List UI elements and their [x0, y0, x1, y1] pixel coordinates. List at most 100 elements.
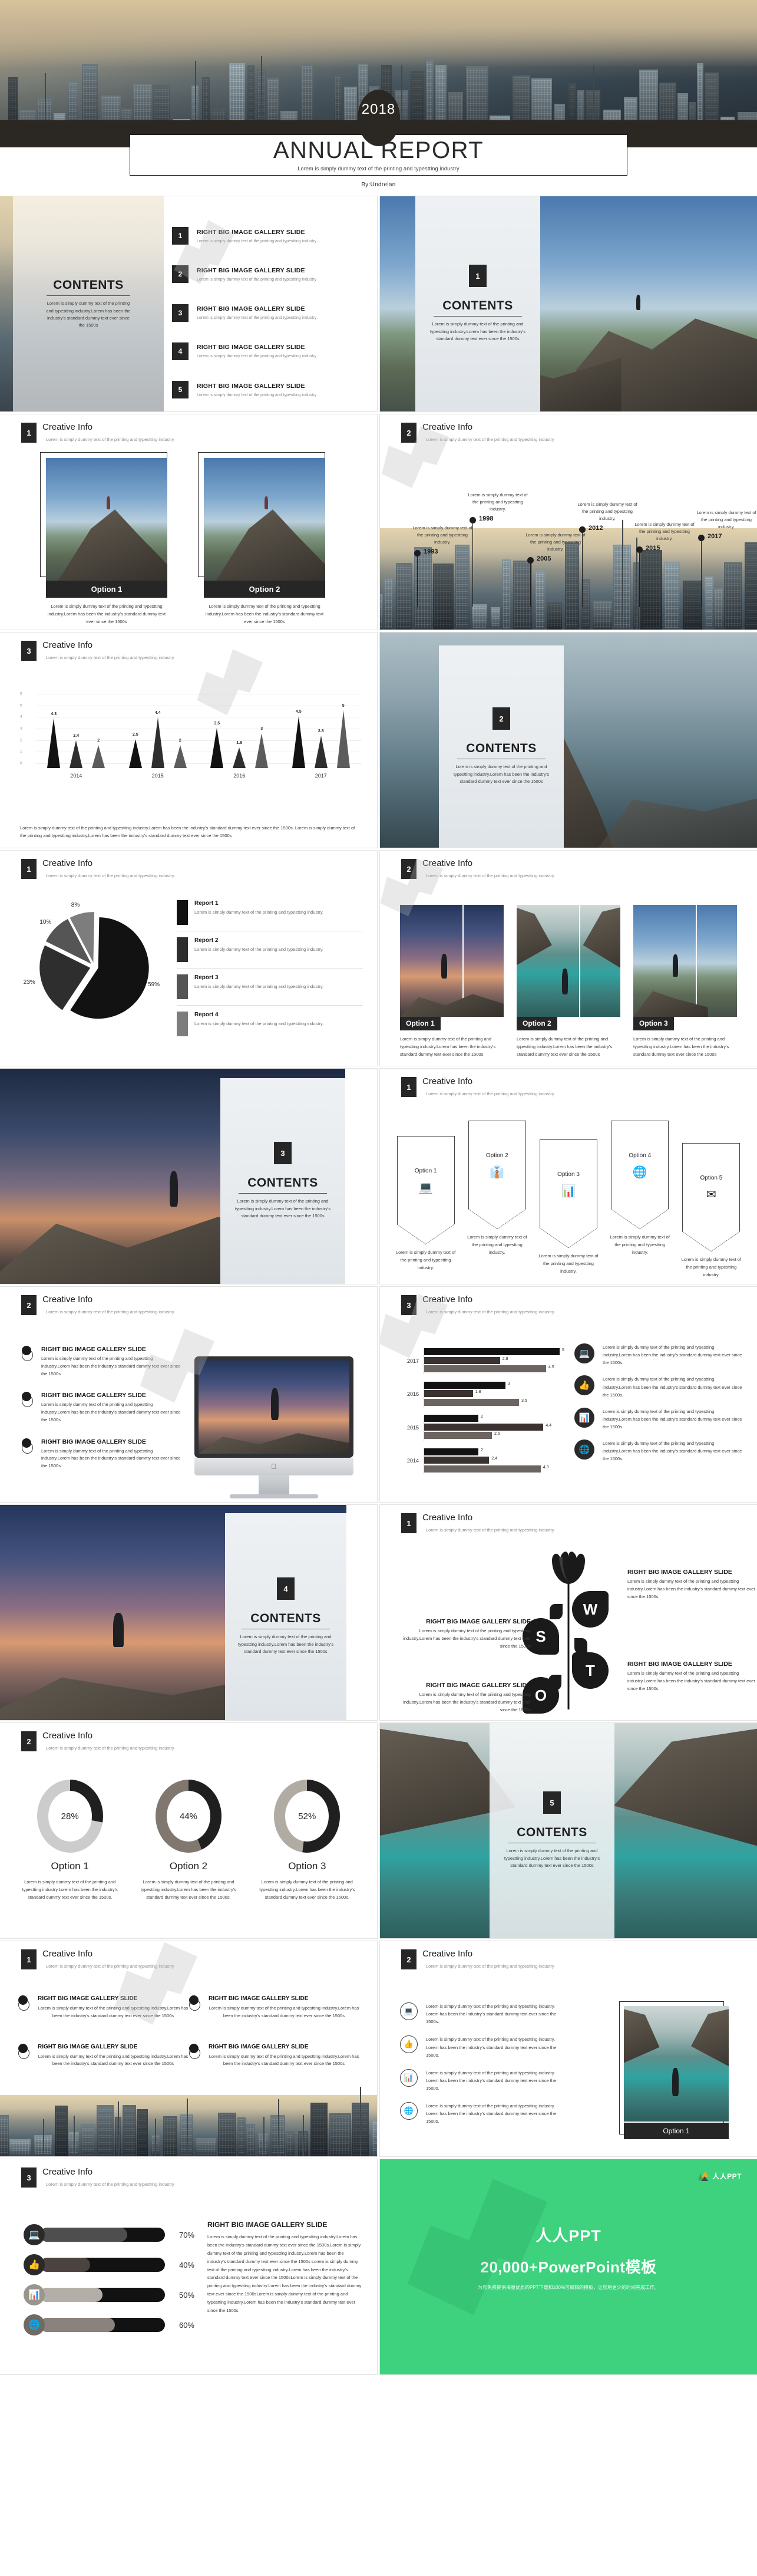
option-card[interactable]: Option 2 Lorem is simply dummy text of t…: [198, 452, 331, 625]
bar-value-label: 5: [562, 1348, 564, 1352]
list-item[interactable]: RIGHT BIG IMAGE GALLERY SLIDE Lorem is s…: [21, 1346, 181, 1378]
block-cell[interactable]: RIGHT BIG IMAGE GALLERY SLIDE Lorem is s…: [189, 2043, 359, 2068]
imac-chin: : [194, 1458, 353, 1475]
brand-logo: 人人PPT: [698, 2171, 742, 2181]
list-item[interactable]: 💻 Lorem is simply dummy text of the prin…: [574, 1343, 743, 1366]
list-item[interactable]: 🌐 Lorem is simply dummy text of the prin…: [400, 2102, 564, 2125]
laptop-icon: 💻: [418, 1181, 434, 1194]
bar: 2: [424, 1415, 483, 1422]
x-tick-label: 2016: [233, 773, 246, 779]
progress-row[interactable]: 👍 40%: [24, 2254, 194, 2275]
bullet-marker: [21, 1346, 34, 1361]
section-divider: 3 CONTENTS Lorem is simply dummy text of…: [0, 1069, 377, 1284]
slide-section-divider-3[interactable]: 3 CONTENTS Lorem is simply dummy text of…: [0, 1069, 377, 1284]
list-item[interactable]: 4 RIGHT BIG IMAGE GALLERY SLIDE Lorem is…: [172, 342, 368, 360]
jumping-silhouette: [113, 1612, 124, 1647]
slide-section-divider-4[interactable]: 4 CONTENTS Lorem is simply dummy text of…: [0, 1505, 377, 1720]
imac-bezel: [194, 1356, 353, 1458]
list-item[interactable]: 👍 Lorem is simply dummy text of the prin…: [400, 2035, 564, 2058]
item-desc: Lorem is simply dummy text of the printi…: [603, 1345, 742, 1366]
pentagon-shape: Option 5 ✉: [682, 1143, 741, 1251]
list-item[interactable]: 👍 Lorem is simply dummy text of the prin…: [574, 1375, 743, 1398]
slide-branding-footer[interactable]: 人人PPT 人人PPT 20,000+PowerPoint模板 为您免费提供海量…: [380, 2159, 757, 2374]
list-item[interactable]: 💻 Lorem is simply dummy text of the prin…: [400, 2002, 564, 2025]
donut-cell[interactable]: 44% Option 2 Lorem is simply dummy text …: [134, 1780, 243, 1901]
year-badge: 2018: [357, 90, 400, 146]
slide-section-divider-1[interactable]: 1 CONTENTS Lorem is simply dummy text of…: [380, 196, 757, 411]
slide-progress-bars[interactable]: 3 Creative Info Lorem is simply dummy te…: [0, 2159, 377, 2374]
slide-two-options[interactable]: 1 Creative Info Lorem is simply dummy te…: [0, 414, 377, 630]
list-item[interactable]: 🌐 Lorem is simply dummy text of the prin…: [574, 1439, 743, 1462]
photo-card[interactable]: Option 1: [619, 2001, 729, 2139]
list-item[interactable]: 📊 Lorem is simply dummy text of the prin…: [400, 2068, 564, 2092]
block-cell[interactable]: RIGHT BIG IMAGE GALLERY SLIDE Lorem is s…: [18, 1995, 189, 2020]
slide-donut-charts[interactable]: 2 Creative Info Lorem is simply dummy te…: [0, 1723, 377, 1938]
slide-pie-chart[interactable]: 1 Creative Info Lorem is simply dummy te…: [0, 851, 377, 1066]
list-item[interactable]: RIGHT BIG IMAGE GALLERY SLIDE Lorem is s…: [21, 1392, 181, 1424]
slide-swot[interactable]: 1 Creative Info Lorem is simply dummy te…: [380, 1505, 757, 1720]
timeline-node[interactable]: 1993 Lorem is simply dummy text of the p…: [412, 525, 472, 607]
list-item[interactable]: 5 RIGHT BIG IMAGE GALLERY SLIDE Lorem is…: [172, 381, 368, 398]
gallery-tag: Option 1: [400, 1016, 441, 1030]
timeline-node[interactable]: 1998 Lorem is simply dummy text of the p…: [468, 492, 528, 607]
option-card[interactable]: Option 1 Lorem is simply dummy text of t…: [40, 452, 173, 625]
slide-horizontal-bar-chart[interactable]: 3 Creative Info Lorem is simply dummy te…: [380, 1287, 757, 1502]
pentagon-label: Option 5: [700, 1174, 723, 1181]
slide-four-blocks[interactable]: 1 Creative Info Lorem is simply dummy te…: [0, 1941, 377, 2156]
gallery-column[interactable]: Option 3 Lorem is simply dummy text of t…: [633, 905, 737, 1058]
block-title: RIGHT BIG IMAGE GALLERY SLIDE: [627, 1569, 732, 1576]
divider-rule: [47, 295, 130, 297]
letter: O: [534, 1686, 547, 1704]
pentagon-shape: Option 1 💻: [396, 1136, 455, 1244]
block-cell[interactable]: RIGHT BIG IMAGE GALLERY SLIDE Lorem is s…: [189, 1995, 359, 2020]
pentagon-shape: Option 3 📊: [540, 1139, 597, 1248]
slide-timeline[interactable]: 2 Creative Info Lorem is simply dummy te…: [380, 414, 757, 630]
pentagon-label: Option 1: [414, 1167, 437, 1174]
slide-five-options[interactable]: 1 Creative Info Lorem is simply dummy te…: [380, 1069, 757, 1284]
block-cell[interactable]: RIGHT BIG IMAGE GALLERY SLIDE Lorem is s…: [18, 2043, 189, 2068]
timeline-node[interactable]: 2012 Lorem is simply dummy text of the p…: [577, 502, 637, 607]
timeline-node[interactable]: 2017 Lorem is simply dummy text of the p…: [696, 510, 756, 607]
donut-ring: 28%: [37, 1780, 103, 1853]
slide-row: 2 Creative Info Lorem is simply dummy te…: [0, 1287, 757, 1505]
divider-body: Lorem is simply dummy text of the printi…: [504, 1848, 600, 1869]
progress-row[interactable]: 💻 70%: [24, 2224, 194, 2245]
progress-row[interactable]: 📊 50%: [24, 2284, 194, 2305]
gallery-column[interactable]: Option 1 Lorem is simply dummy text of t…: [400, 905, 504, 1058]
slide-gallery-three[interactable]: 2 Creative Info Lorem is simply dummy te…: [380, 851, 757, 1066]
donut-cell[interactable]: 28% Option 1 Lorem is simply dummy text …: [15, 1780, 124, 1901]
slide-section-divider-2[interactable]: 2 CONTENTS Lorem is simply dummy text of…: [380, 633, 757, 848]
pentagon-cell[interactable]: Option 2 👔 Lorem is simply dummy text of…: [464, 1121, 530, 1256]
bar-chart-icon: 📊: [561, 1184, 576, 1198]
slide-header: 1 Creative Info Lorem is simply dummy te…: [380, 1069, 757, 1097]
list-item[interactable]: RIGHT BIG IMAGE GALLERY SLIDE Lorem is s…: [21, 1438, 181, 1470]
list-item[interactable]: 📊 Lorem is simply dummy text of the prin…: [574, 1407, 743, 1431]
slide-contents-list[interactable]: CONTENTS Lorem is simply dummy text of t…: [0, 196, 377, 411]
pentagon-cell[interactable]: Option 4 🌐 Lorem is simply dummy text of…: [607, 1121, 673, 1256]
contents-left-panel: CONTENTS Lorem is simply dummy text of t…: [0, 196, 164, 411]
node-caption: Lorem is simply dummy text of the printi…: [468, 492, 528, 512]
donut-cell[interactable]: 52% Option 3 Lorem is simply dummy text …: [253, 1780, 362, 1901]
list-item[interactable]: 3 RIGHT BIG IMAGE GALLERY SLIDE Lorem is…: [172, 304, 368, 322]
y-tick-label: 2016: [406, 1391, 419, 1398]
pentagon-cell[interactable]: Option 5 ✉ Lorem is simply dummy text of…: [679, 1143, 744, 1279]
progress-row[interactable]: 🌐 60%: [24, 2314, 194, 2335]
slide-imac-showcase[interactable]: 2 Creative Info Lorem is simply dummy te…: [0, 1287, 377, 1502]
divider-rule: [434, 316, 522, 317]
slide-icon-list-photo[interactable]: 2 Creative Info Lorem is simply dummy te…: [380, 1941, 757, 2156]
pentagon-cell[interactable]: Option 1 💻 Lorem is simply dummy text of…: [393, 1136, 458, 1271]
letter: W: [583, 1600, 598, 1618]
slide-section-divider-5[interactable]: 5 CONTENTS Lorem is simply dummy text of…: [380, 1723, 757, 1938]
bar: 5: [424, 1348, 564, 1355]
pentagon-cell[interactable]: Option 3 📊 Lorem is simply dummy text of…: [535, 1139, 601, 1275]
bar-value-label: 3: [260, 727, 263, 731]
divider-body: Lorem is simply dummy text of the printi…: [234, 1198, 331, 1219]
list-item[interactable]: 2 RIGHT BIG IMAGE GALLERY SLIDE Lorem is…: [172, 265, 368, 284]
gallery-column[interactable]: Option 2 Lorem is simply dummy text of t…: [517, 905, 620, 1058]
bar-value-label: 1.8: [236, 741, 243, 745]
item-title: RIGHT BIG IMAGE GALLERY SLIDE: [197, 382, 305, 390]
timeline-node[interactable]: 2015 Lorem is simply dummy text of the p…: [634, 522, 695, 607]
slide-vertical-bar-chart[interactable]: 3 Creative Info Lorem is simply dummy te…: [0, 633, 377, 848]
list-item[interactable]: 1 RIGHT BIG IMAGE GALLERY SLIDE Lorem is…: [172, 227, 368, 245]
timeline-node[interactable]: 2005 Lorem is simply dummy text of the p…: [525, 532, 586, 607]
